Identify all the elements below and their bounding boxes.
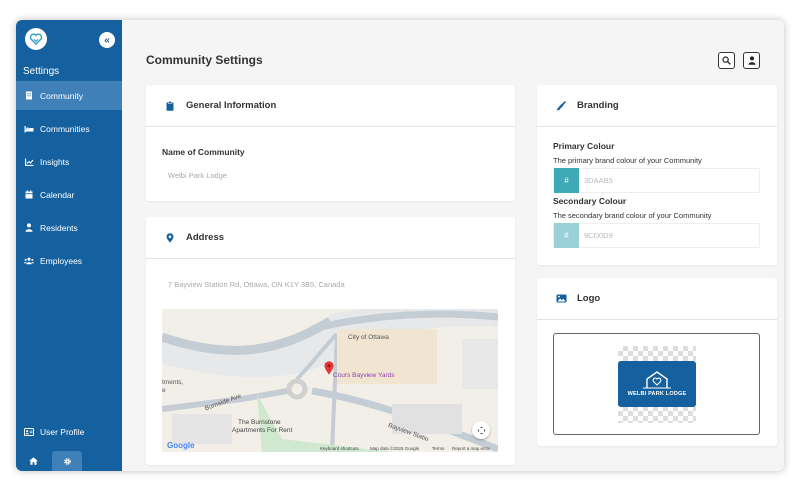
gear-icon bbox=[63, 457, 71, 465]
card-title: General Information bbox=[186, 100, 277, 111]
primary-colour-description: The primary brand colour of your Communi… bbox=[553, 156, 702, 165]
primary-colour-value: 3DAAB5 bbox=[584, 176, 613, 185]
general-information-card: General Information Name of Community We… bbox=[146, 85, 515, 201]
map-pin-icon bbox=[162, 230, 178, 246]
card-header: Address bbox=[146, 217, 515, 259]
secondary-colour-description: The secondary brand colour of your Commu… bbox=[553, 211, 712, 220]
sidebar-item-label: Communities bbox=[40, 123, 90, 134]
map-report-link[interactable]: Report a map error bbox=[452, 446, 490, 451]
id-card-icon bbox=[24, 427, 34, 437]
app-window: « Settings Community Communities Insight… bbox=[16, 20, 784, 471]
card-header: General Information bbox=[146, 85, 515, 127]
secondary-colour-input[interactable]: # 9CD0D9 bbox=[553, 223, 760, 248]
map-embed[interactable]: City of Ottawa Cours Bayview Yards The B… bbox=[162, 309, 498, 452]
map-keyboard-shortcuts[interactable]: Keyboard shortcuts bbox=[320, 446, 359, 451]
address-input[interactable]: 7 Bayview Station Rd, Ottawa, ON K1Y 3B5… bbox=[168, 280, 345, 289]
community-logo-image: WELBI PARK LODGE bbox=[618, 361, 696, 407]
map-terms-link[interactable]: Terms bbox=[432, 446, 444, 451]
sidebar-item-calendar[interactable]: Calendar bbox=[16, 180, 122, 209]
map-label-building: Apartments For Rent bbox=[232, 427, 293, 434]
card-title: Logo bbox=[577, 293, 601, 304]
double-chevron-left-icon: « bbox=[104, 34, 110, 46]
map-background bbox=[162, 309, 498, 452]
user-icon bbox=[748, 56, 755, 65]
expand-icon bbox=[477, 426, 485, 434]
logo-card: Logo WELBI PARK LODGE bbox=[537, 278, 777, 446]
clipboard-icon bbox=[162, 98, 178, 114]
card-title: Address bbox=[186, 232, 225, 243]
card-header: Logo bbox=[537, 278, 777, 320]
user-menu-button[interactable] bbox=[743, 52, 760, 69]
address-card: Address 7 Bayview Station Rd, Ottawa, ON… bbox=[146, 217, 515, 465]
sidebar-item-residents[interactable]: Residents bbox=[16, 213, 122, 242]
sidebar-item-community[interactable]: Community bbox=[16, 81, 122, 110]
home-tab[interactable] bbox=[22, 451, 44, 471]
logo-preview-background: WELBI PARK LODGE bbox=[618, 346, 696, 423]
primary-colour-swatch[interactable]: # bbox=[554, 168, 579, 193]
sidebar-item-insights[interactable]: Insights bbox=[16, 147, 122, 176]
sidebar-item-label: Residents bbox=[40, 222, 78, 233]
sidebar-bottom: User Profile bbox=[16, 417, 122, 450]
house-logo-icon bbox=[643, 371, 671, 389]
primary-colour-input[interactable]: # 3DAAB5 bbox=[553, 168, 760, 193]
map-label-edge: tments, bbox=[162, 379, 184, 386]
search-icon bbox=[722, 56, 731, 65]
card-title: Branding bbox=[577, 100, 619, 111]
chart-icon bbox=[24, 157, 34, 167]
users-icon bbox=[24, 256, 34, 266]
bed-icon bbox=[24, 124, 34, 134]
welbi-logo[interactable] bbox=[25, 28, 47, 50]
building-icon bbox=[24, 91, 34, 101]
map-label-building: The Burnstone bbox=[238, 419, 281, 426]
page-title: Community Settings bbox=[146, 53, 263, 67]
sidebar-item-label: Calendar bbox=[40, 189, 75, 200]
sidebar-nav: Community Communities Insights Calendar bbox=[16, 81, 122, 279]
sidebar-item-label: User Profile bbox=[40, 426, 85, 437]
main-content: Community Settings General Information N… bbox=[122, 20, 784, 471]
google-logo: Google bbox=[167, 441, 195, 450]
user-icon bbox=[24, 223, 34, 233]
collapse-sidebar-button[interactable]: « bbox=[99, 32, 115, 48]
fullscreen-button[interactable] bbox=[472, 421, 490, 439]
bottom-tabs bbox=[16, 451, 122, 471]
sidebar: « Settings Community Communities Insight… bbox=[16, 20, 122, 471]
secondary-colour-value: 9CD0D9 bbox=[584, 231, 613, 240]
image-icon bbox=[553, 291, 569, 307]
logo-brand-text: WELBI PARK LODGE bbox=[627, 391, 687, 397]
map-label-edge: e bbox=[162, 387, 166, 394]
search-button[interactable] bbox=[718, 52, 735, 69]
paintbrush-icon bbox=[553, 98, 569, 114]
sidebar-item-user-profile[interactable]: User Profile bbox=[16, 417, 122, 446]
settings-heading: Settings bbox=[23, 66, 60, 77]
branding-card: Branding Primary Colour The primary bran… bbox=[537, 85, 777, 265]
map-data-credit: Map data ©2025 Google bbox=[370, 446, 420, 451]
name-of-community-label: Name of Community bbox=[162, 147, 245, 157]
name-of-community-input[interactable]: Welbi Park Lodge bbox=[168, 171, 227, 180]
sidebar-item-label: Insights bbox=[40, 156, 70, 167]
card-header: Branding bbox=[537, 85, 777, 127]
sidebar-item-employees[interactable]: Employees bbox=[16, 246, 122, 275]
sidebar-item-communities[interactable]: Communities bbox=[16, 114, 122, 143]
calendar-icon bbox=[24, 190, 34, 200]
heart-logo-icon bbox=[29, 33, 43, 45]
settings-tab[interactable] bbox=[52, 451, 82, 471]
map-label-place: Cours Bayview Yards bbox=[333, 372, 395, 379]
sidebar-item-label: Community bbox=[40, 90, 83, 101]
secondary-colour-label: Secondary Colour bbox=[553, 196, 627, 206]
sidebar-item-label: Employees bbox=[40, 255, 83, 266]
logo-upload-area[interactable]: WELBI PARK LODGE bbox=[553, 333, 760, 435]
home-icon bbox=[28, 457, 38, 465]
map-label-city: City of Ottawa bbox=[348, 334, 389, 341]
secondary-colour-swatch[interactable]: # bbox=[554, 223, 579, 248]
primary-colour-label: Primary Colour bbox=[553, 141, 615, 151]
